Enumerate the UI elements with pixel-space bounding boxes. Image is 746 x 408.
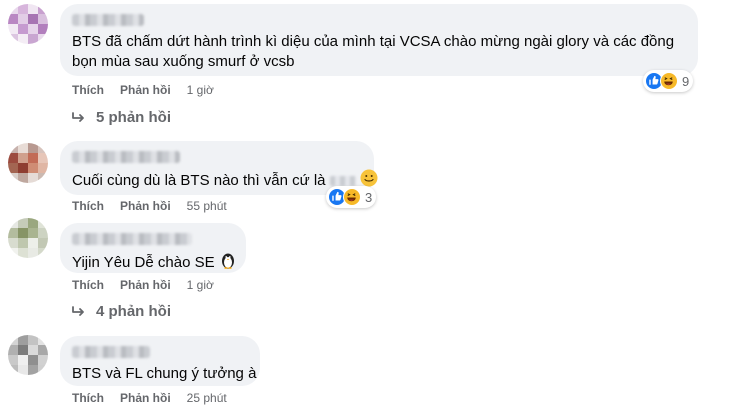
comment-bubble: BTS và FL chung ý tưởng à [60,336,260,386]
comment-text-content: Yijin Yêu Dễ chào SE [72,253,215,271]
author-name-blurred[interactable] [72,233,192,245]
haha-icon [660,72,678,90]
reply-arrow-icon [72,111,84,122]
view-replies-link[interactable]: 5 phản hồi [72,109,171,126]
avatar[interactable] [8,335,48,375]
comment-bubble: BTS đã chấm dứt hành trình kì diệu của m… [60,4,698,76]
comment-actions: Thích Phản hồi 1 giờ [72,83,214,97]
comment-text: Cuối cùng dù là BTS nào thì vẫn cứ là [72,169,378,193]
avatar[interactable] [8,143,48,183]
author-name-blurred[interactable] [72,14,144,26]
reply-button[interactable]: Phản hồi [120,83,171,97]
view-replies-label: 4 phản hồi [96,303,171,320]
reply-button[interactable]: Phản hồi [120,199,171,213]
view-replies-label: 5 phản hồi [96,109,171,126]
comment-text: Yijin Yêu Dễ chào SE [72,251,234,275]
comment-actions: Thích Phản hồi 55 phút [72,199,227,213]
reply-arrow-icon [72,305,84,316]
reply-button[interactable]: Phản hồi [120,391,171,405]
comment-text-line: bọn mùa sau xuống smurf ở vcsb [72,53,295,70]
avatar[interactable] [8,4,48,44]
timestamp[interactable]: 25 phút [187,391,227,405]
like-button[interactable]: Thích [72,199,104,213]
author-name-blurred[interactable] [72,151,180,163]
comment-text-line: BTS đã chấm dứt hành trình kì diệu của m… [72,33,675,50]
penguin-emoji [219,251,237,275]
comment-actions: Thích Phản hồi 25 phút [72,391,227,405]
timestamp[interactable]: 1 giờ [187,83,214,97]
reaction-summary[interactable]: 9 [643,70,694,92]
blurred-word [329,176,356,186]
reaction-count: 3 [365,189,373,205]
author-name-blurred[interactable] [72,346,150,358]
comment-bubble: Yijin Yêu Dễ chào SE [60,223,246,273]
comment-text: BTS và FL chung ý tưởng à [72,365,257,382]
reply-button[interactable]: Phản hồi [120,278,171,292]
comment-text-content: Cuối cùng dù là BTS nào thì vẫn cứ là [72,171,326,189]
timestamp[interactable]: 1 giờ [187,278,214,292]
like-button[interactable]: Thích [72,391,104,405]
reaction-count: 9 [682,73,690,89]
haha-icon [343,188,361,206]
timestamp[interactable]: 55 phút [187,199,227,213]
comment-actions: Thích Phản hồi 1 giờ [72,278,214,292]
like-button[interactable]: Thích [72,278,104,292]
avatar[interactable] [8,218,48,258]
reaction-summary[interactable]: 3 [326,186,377,208]
view-replies-link[interactable]: 4 phản hồi [72,303,171,320]
comment-bubble: Cuối cùng dù là BTS nào thì vẫn cứ là [60,141,378,195]
like-button[interactable]: Thích [72,83,104,97]
